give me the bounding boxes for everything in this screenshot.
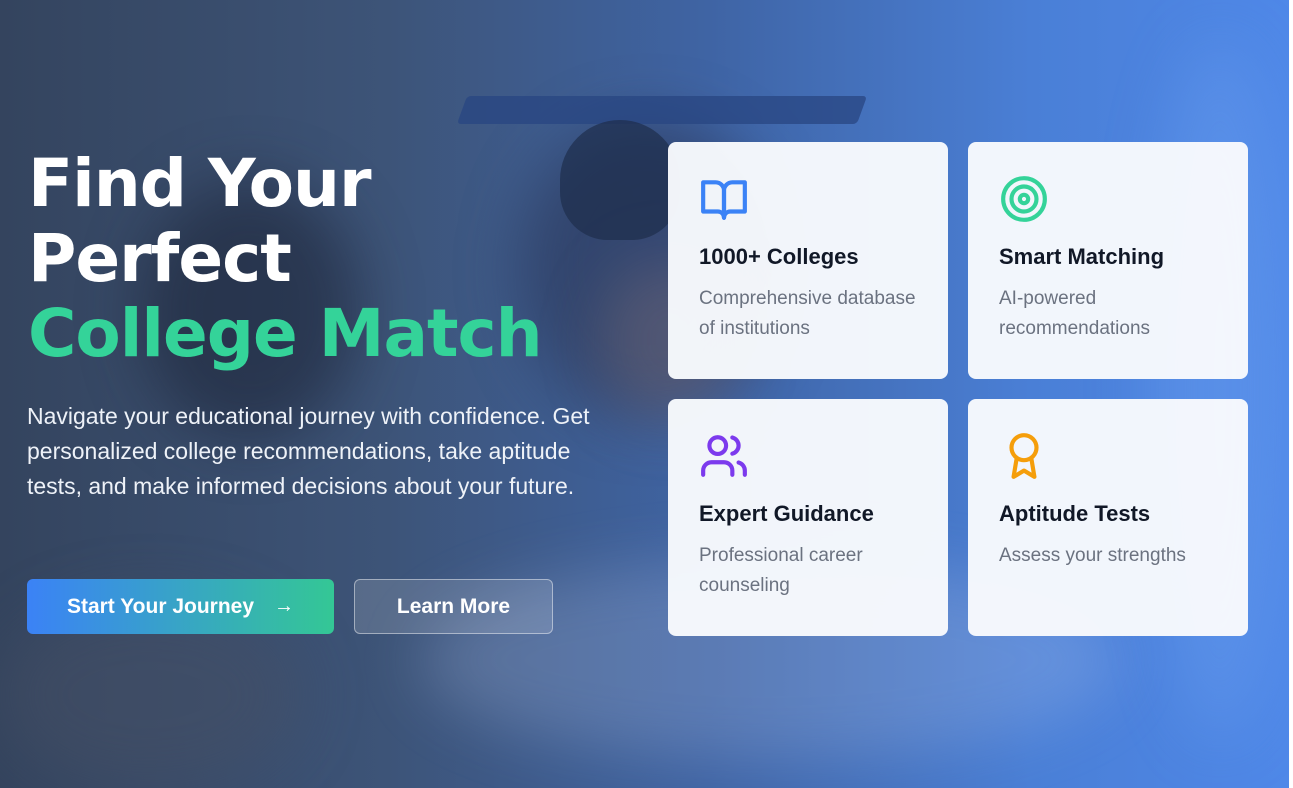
feature-description: Professional career counseling (699, 545, 863, 596)
graduation-cap-shape (560, 120, 680, 240)
feature-card-colleges: 1000+ Colleges Comprehensive database of… (668, 142, 948, 379)
arrow-right-icon: → (274, 595, 295, 617)
feature-description: Assess your strengths (999, 545, 1186, 566)
hero-section: Find Your Perfect College Match Navigate… (0, 0, 1289, 788)
feature-description: Comprehensive database of institutions (699, 288, 916, 339)
feature-card-guidance: Expert Guidance Professional career coun… (668, 399, 948, 636)
feature-card-aptitude: Aptitude Tests Assess your strengths (968, 399, 1248, 636)
graduation-cap-shape (456, 96, 868, 124)
hero-title-line2: Perfect (28, 220, 292, 297)
learn-more-label: Learn More (396, 594, 511, 618)
scrollbar[interactable] (1289, 0, 1293, 788)
hero-title: Find Your Perfect College Match (28, 145, 543, 372)
hero-subtitle: Navigate your educational journey with c… (27, 403, 590, 499)
feature-title: Expert Guidance (699, 501, 874, 526)
feature-title: Smart Matching (999, 244, 1165, 269)
feature-title: 1000+ Colleges (699, 244, 859, 269)
feature-description: AI-powered recommendations (999, 288, 1151, 339)
hero-title-accent: College Match (28, 295, 543, 372)
award-icon (1009, 433, 1039, 479)
start-journey-label: Start Your Journey (66, 594, 255, 618)
feature-card-matching: Smart Matching AI-powered recommendation… (968, 142, 1248, 379)
start-journey-button[interactable]: Start Your Journey → (27, 579, 334, 634)
feature-title: Aptitude Tests (999, 501, 1151, 526)
users-icon (701, 435, 747, 477)
hero-title-line1: Find Your (28, 145, 372, 222)
book-open-icon (701, 180, 747, 220)
learn-more-button[interactable]: Learn More (354, 579, 553, 634)
target-icon (1001, 176, 1047, 222)
